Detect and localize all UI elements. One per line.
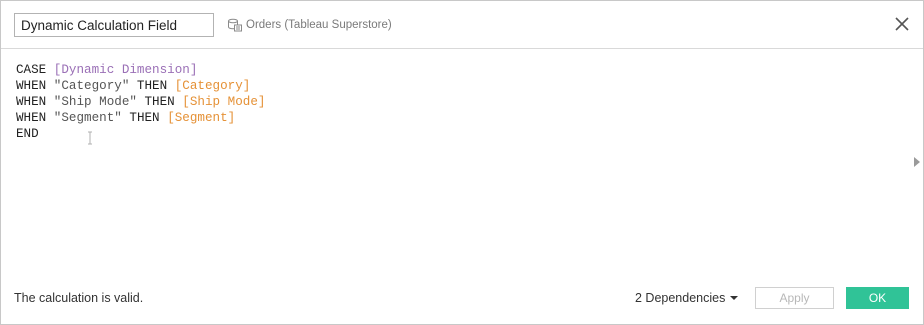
code-keyword: WHEN [16,111,54,125]
dependencies-label: 2 Dependencies [635,291,726,305]
code-keyword: WHEN [16,95,54,109]
datasource-icon [227,17,243,33]
code-keyword: THEN [129,79,175,93]
formula-editor[interactable]: CASE [Dynamic Dimension] WHEN "Category" … [1,49,907,271]
caret-down-icon [730,296,739,300]
ok-button[interactable]: OK [846,287,909,309]
calculation-name-input[interactable] [14,13,214,37]
code-line: WHEN "Ship Mode" THEN [Ship Mode] [16,94,907,110]
text-cursor-icon [88,131,92,145]
code-line: CASE [Dynamic Dimension] [16,62,907,78]
code-line: WHEN "Segment" THEN [Segment] [16,110,907,126]
validation-status: The calculation is valid. [14,291,144,305]
code-keyword: THEN [121,111,168,125]
dialog-footer: The calculation is valid. 2 Dependencies… [1,281,923,315]
code-line: WHEN "Category" THEN [Category] [16,78,907,94]
code-keyword: WHEN [16,79,54,93]
close-button[interactable] [893,15,911,33]
code-keyword: CASE [16,63,54,77]
code-parameter: [Dynamic Dimension] [53,63,198,77]
dependencies-dropdown[interactable]: 2 Dependencies [635,291,739,305]
calculation-editor-dialog: Orders (Tableau Superstore) CASE [Dynami… [0,0,924,325]
close-icon [895,17,909,31]
code-string: "Ship Mode" [53,95,137,109]
code-field: [Segment] [167,111,236,125]
code-keyword: END [16,127,39,141]
code-string: "Category" [53,79,130,93]
code-line: END [16,126,907,142]
expand-panel-arrow-icon[interactable] [914,157,920,167]
apply-button[interactable]: Apply [755,287,834,309]
code-string: "Segment" [53,111,122,125]
code-keyword: THEN [136,95,183,109]
datasource-label: Orders (Tableau Superstore) [246,19,392,31]
code-field: [Ship Mode] [182,95,266,109]
code-field: [Category] [174,79,251,93]
dialog-header: Orders (Tableau Superstore) [1,1,923,49]
datasource-indicator: Orders (Tableau Superstore) [227,16,392,34]
